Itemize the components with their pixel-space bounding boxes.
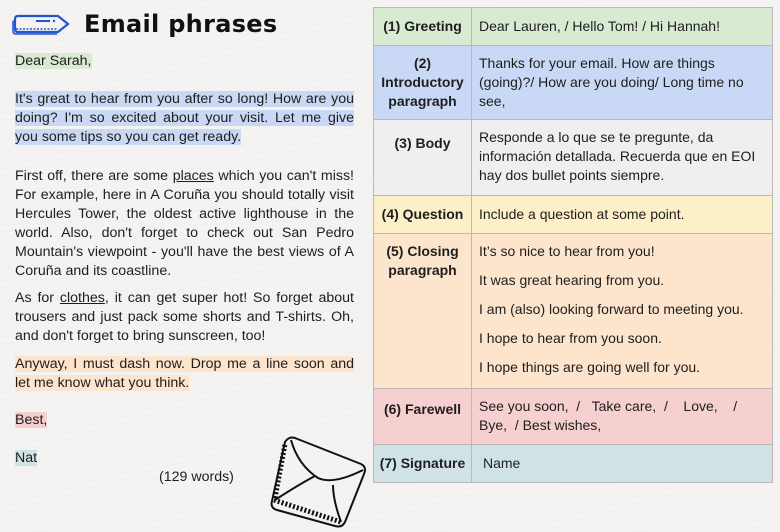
- email-intro-paragraph: It's great to hear from you after so lon…: [15, 91, 354, 145]
- row-label: (2) Introductory paragraph: [373, 45, 472, 120]
- email-phrases-table: (1) Greeting Dear Lauren, / Hello Tom! /…: [373, 7, 773, 483]
- underlined-word-clothes: clothes: [59, 290, 105, 306]
- phrase-item: I hope to hear from you soon.: [479, 330, 662, 346]
- row-label: (3) Body: [373, 119, 472, 196]
- underlined-word-places: places: [172, 168, 214, 184]
- page-header: Email phrases: [12, 8, 277, 40]
- row-label: (6) Farewell: [373, 388, 472, 445]
- email-farewell: Best,: [15, 412, 48, 428]
- row-content: See you soon, / Take care, / Love, / Bye…: [471, 388, 773, 445]
- row-content: Responde a lo que se te pregunte, da inf…: [471, 119, 773, 196]
- email-body-paragraph-1: First off, there are some places which y…: [15, 168, 354, 279]
- email-greeting: Dear Sarah,: [15, 53, 92, 69]
- row-content: It’s so nice to hear from you! It was gr…: [471, 233, 773, 389]
- row-label: (1) Greeting: [373, 7, 472, 46]
- phrase-item: I hope things are going well for you.: [479, 359, 701, 375]
- email-body-paragraph-2: As for clothes, it can get super hot! So…: [15, 290, 354, 344]
- row-label: (7) Signature: [373, 444, 472, 483]
- table-row-greeting: (1) Greeting Dear Lauren, / Hello Tom! /…: [373, 7, 773, 46]
- page-title: Email phrases: [84, 10, 278, 38]
- table-row-question: (4) Question Include a question at some …: [373, 195, 773, 234]
- table-row-signature: (7) Signature Name: [373, 444, 773, 483]
- tag-label-icon: [12, 14, 70, 35]
- row-label: (5) Closing paragraph: [373, 233, 472, 389]
- envelope-icon: [270, 436, 366, 528]
- table-row-farewell: (6) Farewell See you soon, / Take care, …: [373, 388, 773, 445]
- table-row-closing-paragraph: (5) Closing paragraph It’s so nice to he…: [373, 233, 773, 389]
- email-closing-paragraph: Anyway, I must dash now. Drop me a line …: [15, 356, 354, 391]
- row-content: Include a question at some point.: [471, 195, 773, 234]
- row-content: Name: [471, 444, 773, 483]
- phrase-item: I am (also) looking forward to meeting y…: [479, 301, 744, 317]
- row-label: (4) Question: [373, 195, 472, 234]
- table-row-body: (3) Body Responde a lo que se te pregunt…: [373, 119, 773, 196]
- row-content: Thanks for your email. How are things (g…: [471, 45, 773, 120]
- phrase-item: It’s so nice to hear from you!: [479, 243, 655, 259]
- table-row-introductory-paragraph: (2) Introductory paragraph Thanks for yo…: [373, 45, 773, 120]
- phrase-item: It was great hearing from you.: [479, 272, 665, 288]
- word-count: (129 words): [159, 469, 234, 485]
- row-content: Dear Lauren, / Hello Tom! / Hi Hannah!: [471, 7, 773, 46]
